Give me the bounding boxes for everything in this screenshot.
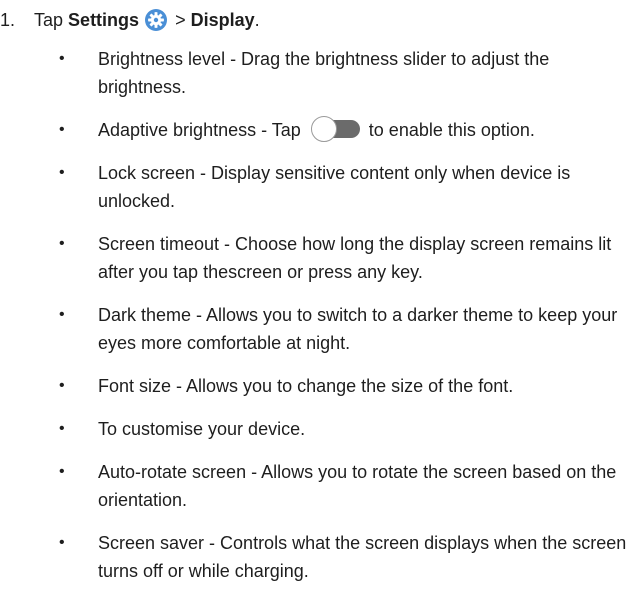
list-item-text: Dark theme - Allows you to switch to a d… [98, 305, 618, 353]
list-item-text: Screen saver - Controls what the screen … [98, 533, 627, 581]
list-item-text: Auto-rotate screen - Allows you to rotat… [98, 462, 617, 510]
display-label: Display [190, 9, 255, 30]
toggle-knob [310, 116, 337, 143]
bullet: • [59, 534, 65, 551]
step-number: 1. [0, 9, 16, 30]
settings-gear-icon [145, 9, 168, 31]
bullet: • [59, 306, 65, 323]
list-item-screen-saver: • Screen saver - Controls what the scree… [0, 529, 643, 585]
step-separator: > [175, 9, 186, 30]
settings-label: Settings [68, 9, 140, 30]
toggle-switch-icon [310, 116, 361, 143]
step-prefix: Tap [34, 9, 64, 30]
list-item-text: Screen timeout - Choose how long the dis… [98, 234, 612, 282]
step-instruction: 1. Tap Settings > Display. [0, 6, 260, 34]
list-item-adaptive-brightness: • Adaptive brightness - Tap to enable thi… [0, 116, 643, 144]
list-item-text: Adaptive brightness - Tap [98, 120, 301, 140]
list-item-auto-rotate: • Auto-rotate screen - Allows you to rot… [0, 458, 643, 514]
list-item-text-after: to enable this option. [368, 120, 535, 140]
bullet: • [59, 420, 65, 437]
list-item-text: Brightness level - Drag the brightness s… [98, 49, 550, 97]
list-item-brightness-level: • Brightness level - Drag the brightness… [0, 45, 643, 101]
bullet: • [59, 121, 65, 138]
list-item-font-size: • Font size - Allows you to change the s… [0, 372, 643, 400]
display-options-list: • Brightness level - Drag the brightness… [0, 45, 643, 600]
list-item-customise: • To customise your device. [0, 415, 643, 443]
list-item-text: To customise your device. [98, 419, 306, 439]
step-end: . [254, 9, 260, 30]
bullet: • [59, 463, 65, 480]
list-item-lock-screen: • Lock screen - Display sensitive conten… [0, 159, 643, 215]
bullet: • [59, 377, 65, 394]
bullet: • [59, 164, 65, 181]
bullet: • [59, 235, 65, 252]
bullet: • [59, 50, 65, 67]
list-item-screen-timeout: • Screen timeout - Choose how long the d… [0, 230, 643, 286]
list-item-dark-theme: • Dark theme - Allows you to switch to a… [0, 301, 643, 357]
list-item-text: Font size - Allows you to change the siz… [98, 376, 514, 396]
list-item-text: Lock screen - Display sensitive content … [98, 163, 571, 211]
